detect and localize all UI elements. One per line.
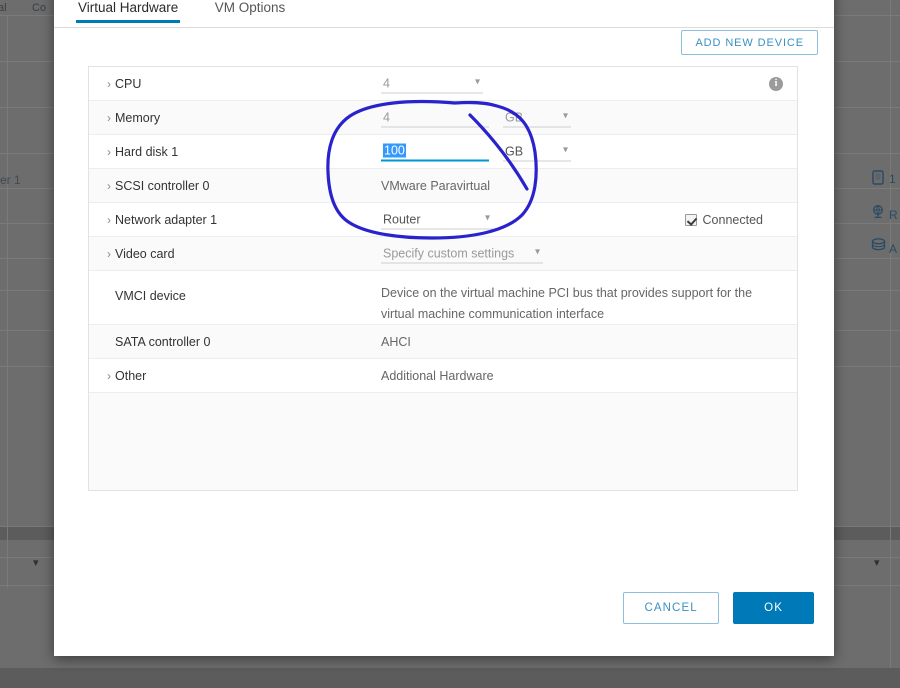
memory-unit-value: GB <box>505 110 524 124</box>
device-label-vmci-device: VMCI device <box>115 289 186 303</box>
hard-disk-size-value: 100 <box>383 143 406 158</box>
background-statusbar <box>0 668 900 688</box>
hard-disk-unit-select[interactable]: GB ▾ <box>503 142 571 161</box>
expand-chevron-icon[interactable]: › <box>103 247 115 261</box>
device-list-panel: › CPU 4 ▾ i › Memory 4 GB ▾ › Hard disk … <box>88 66 798 491</box>
checkbox-checked-icon <box>684 213 697 226</box>
cancel-button[interactable]: CANCEL <box>623 592 719 624</box>
network-adapter-value: Router <box>383 212 421 226</box>
add-new-device-bar: ADD NEW DEVICE <box>681 30 818 55</box>
hard-disk-unit-value: GB <box>505 144 524 158</box>
dialog-tabs: Virtual Hardware VM Options <box>54 0 834 28</box>
chevron-down-icon: ▾ <box>474 76 480 87</box>
background-side-label: R <box>889 208 898 222</box>
device-row-memory[interactable]: › Memory 4 GB ▾ <box>89 101 797 135</box>
background-header-fragment: Co <box>32 2 47 14</box>
memory-unit-select[interactable]: GB ▾ <box>503 108 571 127</box>
device-label-video-card: Video card <box>115 246 175 261</box>
hard-disk-size-input[interactable]: 100 <box>381 142 489 161</box>
network-adapter-select[interactable]: Router ▾ <box>381 210 493 229</box>
device-label-scsi-controller-0: SCSI controller 0 <box>115 178 210 193</box>
device-row-vmci-device: VMCI device Device on the virtual machin… <box>89 271 797 325</box>
network-icon <box>870 204 886 220</box>
datastore-icon <box>871 238 886 252</box>
video-card-select[interactable]: Specify custom settings ▾ <box>381 244 543 263</box>
connected-checkbox[interactable]: Connected <box>684 212 763 227</box>
device-label-network-adapter-1: Network adapter 1 <box>115 212 218 227</box>
device-row-sata-controller-0: SATA controller 0 AHCI <box>89 325 797 359</box>
chevron-down-icon[interactable]: ▾ <box>33 556 39 569</box>
memory-size-value: 4 <box>383 110 390 124</box>
expand-chevron-icon[interactable]: › <box>103 369 115 383</box>
other-value: Additional Hardware <box>381 368 494 383</box>
tab-virtual-hardware[interactable]: Virtual Hardware <box>76 0 181 23</box>
chevron-down-icon: ▾ <box>562 144 568 155</box>
tab-vm-options[interactable]: VM Options <box>213 0 288 22</box>
info-icon[interactable]: i <box>769 76 783 91</box>
chevron-down-icon: ▾ <box>484 212 490 223</box>
scsi-controller-value: VMware Paravirtual <box>381 178 491 193</box>
device-label-memory: Memory <box>115 110 161 125</box>
expand-chevron-icon[interactable]: › <box>103 111 115 125</box>
add-new-device-button[interactable]: ADD NEW DEVICE <box>681 30 818 55</box>
video-card-value: Specify custom settings <box>383 246 515 260</box>
background-side-label: A <box>889 242 898 256</box>
vmci-device-value: Device on the virtual machine PCI bus th… <box>381 286 753 321</box>
expand-chevron-icon[interactable]: › <box>103 213 115 227</box>
device-row-video-card[interactable]: › Video card Specify custom settings ▾ <box>89 237 797 271</box>
expand-chevron-icon[interactable]: › <box>103 145 115 159</box>
device-label-other: Other <box>115 368 147 383</box>
background-column-separator <box>7 16 8 588</box>
device-row-scsi-controller-0[interactable]: › SCSI controller 0 VMware Paravirtual <box>89 169 797 203</box>
device-label-sata-controller-0: SATA controller 0 <box>115 334 211 349</box>
chevron-down-icon[interactable]: ▾ <box>874 556 880 569</box>
chevron-down-icon: ▾ <box>534 246 540 257</box>
device-label-hard-disk-1: Hard disk 1 <box>115 144 179 159</box>
background-row-label: er 1 <box>0 173 21 187</box>
expand-chevron-icon[interactable]: › <box>103 179 115 193</box>
sata-controller-value: AHCI <box>381 334 411 349</box>
dialog-footer: CANCEL OK <box>623 592 814 624</box>
background-side-label: 1 <box>889 172 896 186</box>
device-row-hard-disk-1[interactable]: › Hard disk 1 100 GB ▾ <box>89 135 797 169</box>
device-row-cpu[interactable]: › CPU 4 ▾ i <box>89 67 797 101</box>
connected-label: Connected <box>702 212 763 227</box>
device-row-network-adapter-1[interactable]: › Network adapter 1 Router ▾ Connected <box>89 203 797 237</box>
edit-settings-dialog: Virtual Hardware VM Options ADD NEW DEVI… <box>54 0 834 656</box>
expand-chevron-icon[interactable]: › <box>103 77 115 91</box>
background-header-fragment: al <box>0 2 7 14</box>
chevron-down-icon: ▾ <box>562 110 568 121</box>
cpu-select-value: 4 <box>383 76 390 90</box>
memory-size-input[interactable]: 4 <box>381 108 489 127</box>
device-label-cpu: CPU <box>115 76 142 91</box>
background-column-separator <box>890 0 891 668</box>
device-row-other[interactable]: › Other Additional Hardware <box>89 359 797 393</box>
cpu-select[interactable]: 4 ▾ <box>381 74 483 93</box>
ok-button[interactable]: OK <box>733 592 814 624</box>
device-icon <box>872 170 884 185</box>
